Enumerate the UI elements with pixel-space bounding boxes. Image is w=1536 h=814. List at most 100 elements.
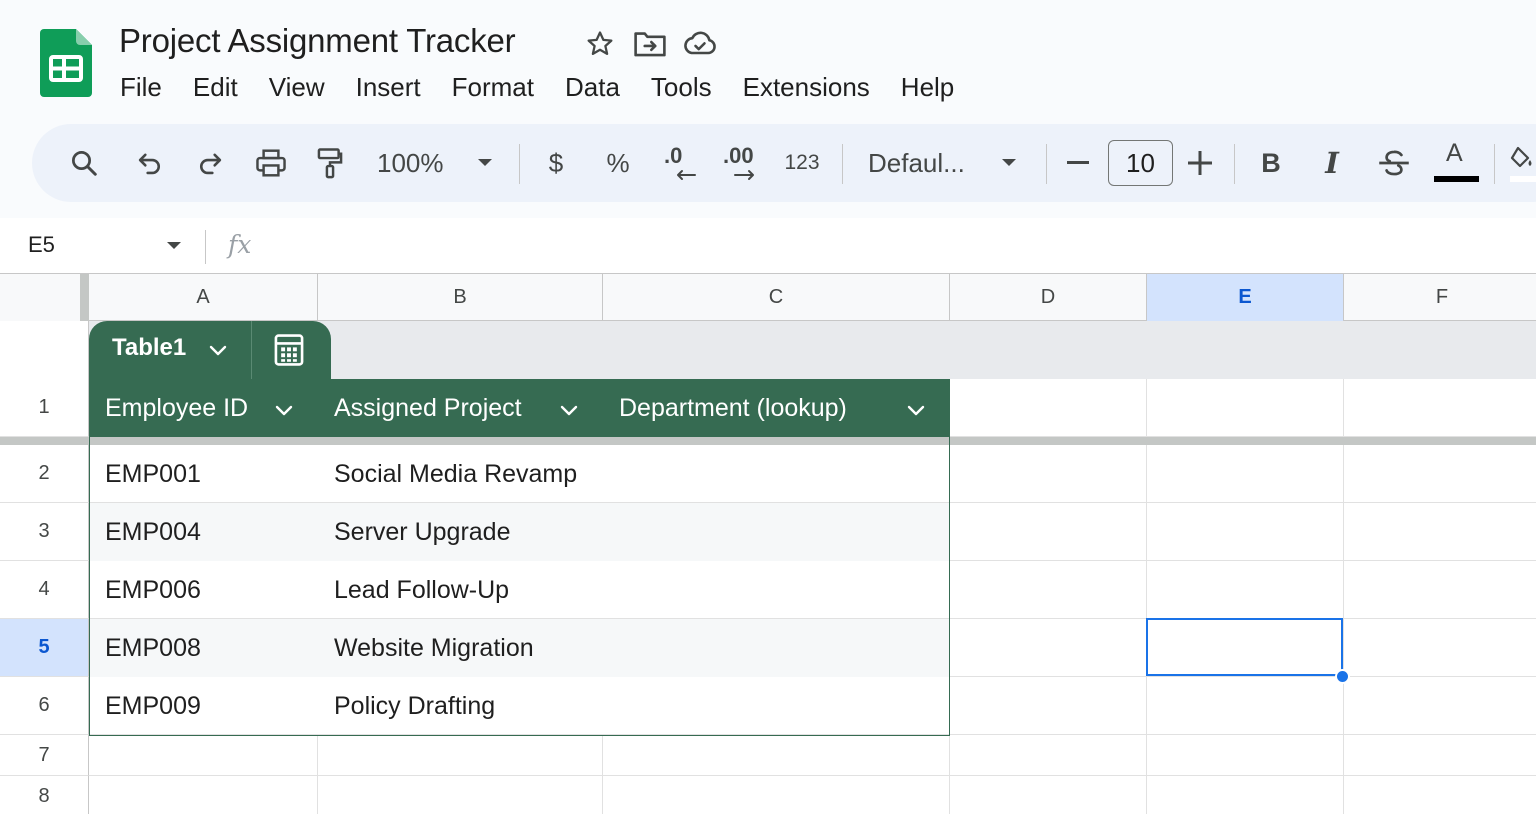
row-header-5[interactable]: 5 (0, 619, 89, 677)
column-header-b[interactable]: B (318, 274, 603, 321)
select-all-corner[interactable] (0, 274, 89, 321)
toolbar: 100% $ % .0 .00 123 Defaul... 10 B I A (32, 124, 1536, 202)
app-header: Project Assignment Tracker File Edit Vie… (0, 0, 1536, 218)
cell-b3[interactable]: Server Upgrade (334, 503, 510, 561)
column-header-e[interactable]: E (1147, 274, 1344, 321)
gridline (602, 735, 603, 814)
table-calculator-icon[interactable] (272, 333, 306, 372)
menu-help[interactable]: Help (890, 68, 965, 109)
toolbar-divider (1494, 144, 1495, 184)
row-header-7[interactable]: 7 (0, 735, 89, 776)
more-formats-button[interactable]: 123 (780, 124, 824, 202)
chevron-down-icon[interactable] (905, 399, 927, 426)
move-folder-icon[interactable] (632, 26, 668, 62)
gridline (317, 735, 318, 814)
column-header-d[interactable]: D (950, 274, 1147, 321)
column-header-f[interactable]: F (1344, 274, 1536, 321)
frozen-row-divider[interactable] (0, 437, 1536, 445)
fill-handle[interactable] (1335, 669, 1350, 684)
cell-b4[interactable]: Lead Follow-Up (334, 561, 509, 619)
cell-a3[interactable]: EMP004 (105, 503, 201, 561)
arrow-right-icon (734, 170, 754, 180)
text-color-button[interactable]: A (1432, 124, 1480, 202)
table-row[interactable]: EMP008 Website Migration (89, 619, 949, 677)
table-name: Table1 (112, 334, 187, 361)
menu-data[interactable]: Data (554, 68, 631, 109)
redo-icon[interactable] (188, 124, 232, 202)
menu-tools[interactable]: Tools (640, 68, 723, 109)
chevron-down-icon[interactable] (207, 339, 229, 366)
column-header-c[interactable]: C (603, 274, 950, 321)
cell-a5[interactable]: EMP008 (105, 619, 201, 677)
toolbar-divider (519, 144, 520, 184)
currency-format-button[interactable]: $ (538, 124, 574, 202)
menu-format[interactable]: Format (441, 68, 545, 109)
column-header-a[interactable]: A (89, 274, 318, 321)
name-box[interactable]: E5 (28, 232, 55, 258)
cell-b5[interactable]: Website Migration (334, 619, 534, 677)
percent-format-button[interactable]: % (598, 124, 638, 202)
document-title[interactable]: Project Assignment Tracker (119, 22, 516, 60)
table-row[interactable]: EMP004 Server Upgrade (89, 503, 949, 561)
table-name-chip[interactable]: Table1 (89, 321, 331, 379)
increase-decimal-button[interactable]: .00 (718, 124, 764, 202)
cloud-saved-icon[interactable] (682, 26, 718, 62)
row-header-3[interactable]: 3 (0, 503, 89, 561)
table-row[interactable]: EMP001 Social Media Revamp (89, 445, 949, 503)
font-dropdown-icon[interactable] (996, 124, 1022, 202)
sheets-logo-icon[interactable] (40, 29, 92, 97)
row-header-4[interactable]: 4 (0, 561, 89, 619)
cell-a6[interactable]: EMP009 (105, 677, 201, 735)
table-header-row: Employee ID Assigned Project Department … (89, 379, 949, 437)
menu-insert[interactable]: Insert (345, 68, 432, 109)
cell-a4[interactable]: EMP006 (105, 561, 201, 619)
print-icon[interactable] (249, 124, 293, 202)
formula-bar: E5 fx (0, 218, 1536, 274)
formula-bar-divider (205, 230, 206, 264)
star-icon[interactable] (582, 26, 618, 62)
menu-edit[interactable]: Edit (182, 68, 249, 109)
cell-a2[interactable]: EMP001 (105, 445, 201, 503)
row-header-2[interactable]: 2 (0, 445, 89, 503)
menu-extensions[interactable]: Extensions (732, 68, 881, 109)
increase-font-size-button[interactable] (1182, 124, 1218, 202)
chevron-down-icon[interactable] (558, 399, 580, 426)
table-band-row-header (0, 321, 89, 379)
chip-divider (251, 321, 252, 379)
spreadsheet-grid[interactable]: A B C D E F Table1 1 2 3 4 5 6 7 8 Emplo… (0, 274, 1536, 814)
chevron-down-icon[interactable] (273, 399, 295, 426)
paint-format-icon[interactable] (308, 124, 352, 202)
undo-icon[interactable] (128, 124, 172, 202)
menu-view[interactable]: View (258, 68, 336, 109)
cell-b6[interactable]: Policy Drafting (334, 677, 495, 735)
selected-cell-e5[interactable] (1146, 618, 1343, 676)
row-header-1[interactable]: 1 (0, 379, 89, 437)
header-assigned-project[interactable]: Assigned Project (334, 379, 522, 437)
row-header-8[interactable]: 8 (0, 776, 89, 814)
table-row[interactable]: EMP009 Policy Drafting (89, 677, 949, 735)
table-row[interactable]: EMP006 Lead Follow-Up (89, 561, 949, 619)
decrease-decimal-button[interactable]: .0 (658, 124, 700, 202)
zoom-dropdown-icon[interactable] (472, 124, 498, 202)
frozen-column-handle[interactable] (80, 274, 89, 321)
header-department-lookup[interactable]: Department (lookup) (619, 379, 847, 437)
search-menus-icon[interactable] (62, 124, 106, 202)
row-header-6[interactable]: 6 (0, 677, 89, 735)
header-employee-id[interactable]: Employee ID (105, 379, 248, 437)
name-box-dropdown-icon[interactable] (166, 238, 182, 256)
fill-color-icon[interactable] (1510, 124, 1536, 202)
fx-icon: fx (228, 230, 252, 259)
formula-input[interactable] (280, 228, 1520, 264)
font-size-input[interactable]: 10 (1108, 140, 1173, 186)
cell-b2[interactable]: Social Media Revamp (334, 445, 577, 503)
arrow-left-icon (677, 170, 696, 180)
text-color-swatch (1434, 176, 1479, 182)
menu-file[interactable]: File (110, 68, 173, 109)
italic-button[interactable]: I (1313, 124, 1351, 202)
bold-button[interactable]: B (1252, 124, 1290, 202)
strikethrough-icon[interactable] (1374, 124, 1414, 202)
toolbar-divider (1234, 144, 1235, 184)
zoom-select[interactable]: 100% (377, 124, 467, 202)
menu-bar: File Edit View Insert Format Data Tools … (110, 68, 974, 109)
decrease-font-size-button[interactable] (1060, 124, 1096, 202)
